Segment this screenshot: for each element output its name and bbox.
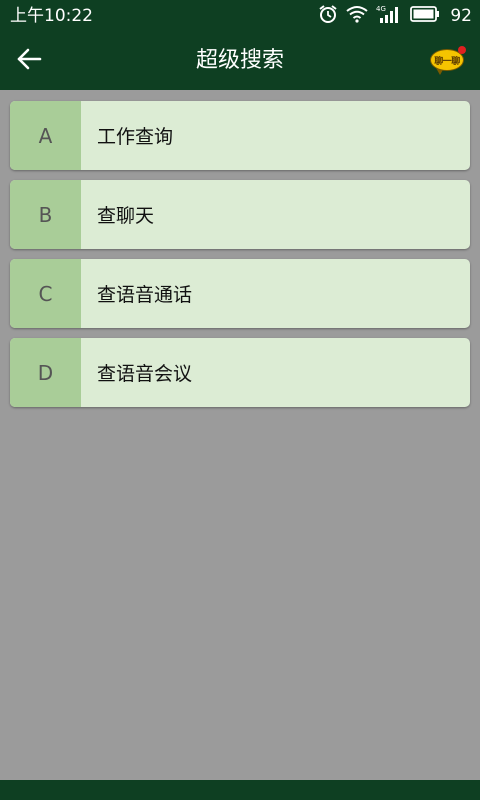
arrow-left-icon [16, 48, 42, 74]
option-label: 工作查询 [97, 126, 174, 148]
wifi-icon [346, 5, 368, 27]
search-options-list: A 工作查询 B 查聊天 C 查语音通话 D 查语音会议 [10, 101, 470, 417]
option-voice-meeting-search[interactable]: D 查语音会议 [10, 338, 470, 407]
chat-button[interactable]: 聊一聊 [428, 46, 468, 78]
notification-dot [458, 46, 466, 54]
option-chat-search[interactable]: B 查聊天 [10, 180, 470, 249]
option-voice-call-search[interactable]: C 查语音通话 [10, 259, 470, 328]
option-letter: C [10, 259, 81, 328]
battery-icon [410, 6, 440, 26]
chat-badge-label: 聊一聊 [434, 56, 460, 67]
option-work-query[interactable]: A 工作查询 [10, 101, 470, 170]
alarm-icon [318, 4, 338, 28]
option-label: 查聊天 [97, 205, 155, 227]
option-letter: D [10, 338, 81, 407]
back-button[interactable] [10, 42, 48, 80]
bottom-bar [0, 780, 480, 800]
battery-level: 92 [450, 6, 472, 26]
network-type-text: 4G [376, 5, 386, 13]
option-label: 查语音会议 [97, 363, 193, 385]
status-time: 上午10:22 [10, 6, 93, 26]
signal-4g-icon: 4G [376, 4, 402, 28]
option-letter: A [10, 101, 81, 170]
status-icons: 4G 92 [318, 4, 472, 28]
page-title: 超级搜索 [195, 48, 284, 73]
status-bar: 上午10:22 4G 92 [0, 0, 480, 32]
option-label: 查语音通话 [97, 284, 193, 306]
option-letter: B [10, 180, 81, 249]
app-header: 超级搜索 聊一聊 [0, 32, 480, 90]
